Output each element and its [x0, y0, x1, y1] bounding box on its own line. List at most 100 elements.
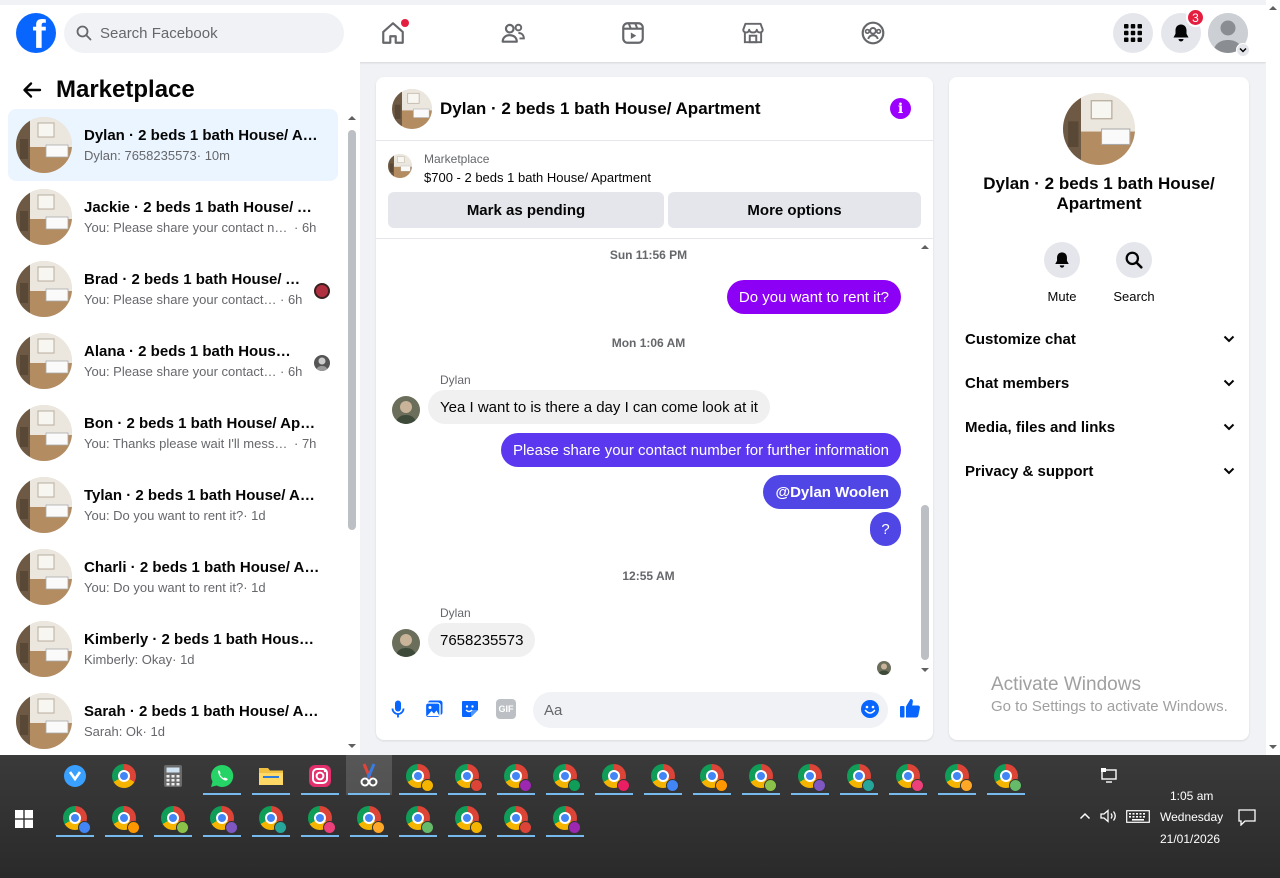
conversation-item[interactable]: Dylan · 2 beds 1 bath House/ Apartment D…	[8, 109, 338, 181]
message-input[interactable]	[533, 692, 888, 728]
conversation-item[interactable]: Alana · 2 beds 1 bath House/ Apartment Y…	[8, 325, 338, 397]
taskbar-chrome-window[interactable]	[397, 757, 439, 795]
taskbar-chrome-window[interactable]	[348, 799, 390, 837]
privacy-support-row[interactable]: Privacy & support	[965, 449, 1235, 493]
taskbar-chrome-window[interactable]	[201, 799, 243, 837]
outgoing-message[interactable]: ?	[870, 512, 901, 546]
nav-video[interactable]	[573, 17, 693, 49]
taskbar-chrome-window[interactable]	[544, 757, 586, 795]
outgoing-mention-message[interactable]: @Dylan Woolen	[763, 475, 901, 509]
back-arrow-icon[interactable]	[22, 80, 42, 100]
menu-button[interactable]	[1113, 13, 1153, 53]
taskbar-chrome-window[interactable]	[936, 757, 978, 795]
taskbar-snipping-tool[interactable]	[346, 755, 392, 795]
scroll-up-arrow-icon[interactable]	[1266, 4, 1280, 12]
taskbar-chrome-window[interactable]	[887, 757, 929, 795]
taskbar-chrome-window[interactable]	[642, 757, 684, 795]
microphone-icon[interactable]	[388, 699, 408, 719]
chat-scroll-thumb[interactable]	[921, 505, 929, 660]
taskbar-chrome-window[interactable]	[691, 757, 733, 795]
search-action[interactable]: Search	[1104, 242, 1164, 304]
taskbar-file-explorer[interactable]	[250, 757, 292, 795]
sidebar-scrollbar[interactable]	[347, 112, 357, 752]
media-files-links-row[interactable]: Media, files and links	[965, 405, 1235, 449]
conversation-item[interactable]: Brad · 2 beds 1 bath House/ Apartment Yo…	[8, 253, 338, 325]
taskbar-chrome-window[interactable]	[446, 757, 488, 795]
taskbar-chrome-window[interactable]	[740, 757, 782, 795]
taskbar-instagram[interactable]	[299, 757, 341, 795]
taskbar-chrome-window[interactable]	[103, 799, 145, 837]
outgoing-message[interactable]: Please share your contact number for fur…	[500, 433, 901, 467]
clock-time[interactable]: 1:05 am	[1170, 789, 1213, 803]
nav-home[interactable]	[333, 17, 453, 49]
listing-price[interactable]: $700 - 2 beds 1 bath House/ Apartment	[424, 170, 651, 185]
customize-chat-row[interactable]: Customize chat	[965, 317, 1235, 361]
taskbar-chrome-window[interactable]	[985, 757, 1027, 795]
taskbar-chrome-window[interactable]	[544, 799, 586, 837]
emoji-icon[interactable]	[860, 699, 880, 719]
taskbar-app-icon[interactable]	[103, 757, 145, 795]
notifications-button[interactable]: 3	[1161, 8, 1205, 53]
account-menu-caret[interactable]	[1236, 43, 1250, 57]
scroll-up-arrow-icon[interactable]	[919, 243, 931, 251]
network-display-icon[interactable]	[1101, 768, 1119, 784]
nav-groups[interactable]	[813, 17, 933, 49]
conversation-item[interactable]: Kimberly · 2 beds 1 bath House/ Apartmen…	[8, 613, 338, 685]
mute-action[interactable]: Mute	[1032, 242, 1092, 304]
volume-icon[interactable]	[1100, 809, 1118, 823]
taskbar-chrome-window[interactable]	[250, 799, 292, 837]
conversation-item[interactable]: Sarah · 2 beds 1 bath House/ Apartment S…	[8, 685, 338, 757]
more-options-button[interactable]: More options	[668, 192, 921, 228]
taskbar-chrome-window[interactable]	[593, 757, 635, 795]
nav-marketplace[interactable]	[693, 17, 813, 49]
listing-small-thumbnail[interactable]	[388, 154, 412, 178]
mark-as-pending-button[interactable]: Mark as pending	[388, 192, 664, 228]
thumbs-up-icon[interactable]	[899, 697, 921, 719]
scroll-down-arrow-icon[interactable]	[347, 742, 357, 750]
nav-friends[interactable]	[453, 17, 573, 49]
scroll-down-arrow-icon[interactable]	[919, 666, 931, 674]
conversation-item[interactable]: Bon · 2 beds 1 bath House/ Apartment You…	[8, 397, 338, 469]
info-icon[interactable]: i	[890, 98, 911, 119]
clock-date[interactable]: 21/01/2026	[1160, 832, 1220, 846]
incoming-message[interactable]: 7658235573	[428, 623, 536, 657]
photo-icon[interactable]	[424, 699, 444, 719]
sender-avatar[interactable]	[392, 629, 420, 657]
taskbar-chrome-window[interactable]	[54, 799, 96, 837]
taskbar-chrome-window[interactable]	[495, 757, 537, 795]
conversation-item[interactable]: Charli · 2 beds 1 bath House/ Apartment …	[8, 541, 338, 613]
taskbar-chrome-window[interactable]	[397, 799, 439, 837]
listing-large-thumbnail[interactable]	[1063, 93, 1135, 165]
outgoing-message[interactable]: Do you want to rent it?	[726, 280, 901, 314]
taskbar-chrome-window[interactable]	[446, 799, 488, 837]
taskbar-chrome-window[interactable]	[789, 757, 831, 795]
search-bar[interactable]	[64, 13, 344, 53]
clock-day[interactable]: Wednesday	[1160, 810, 1223, 824]
conversation-item[interactable]: Jackie · 2 beds 1 bath House/ Apartment …	[8, 181, 338, 253]
taskbar-app-icon[interactable]	[54, 757, 96, 795]
taskbar-calculator[interactable]	[152, 757, 194, 795]
sender-avatar[interactable]	[392, 396, 420, 424]
search-input[interactable]	[100, 24, 320, 42]
gif-icon[interactable]: GIF	[496, 699, 516, 719]
chat-listing-thumbnail[interactable]	[392, 88, 432, 129]
sticker-icon[interactable]	[460, 699, 480, 719]
sidebar-scroll-thumb[interactable]	[348, 130, 356, 530]
incoming-message[interactable]: Yea I want to is there a day I can come …	[428, 390, 770, 424]
chat-members-row[interactable]: Chat members	[965, 361, 1235, 405]
taskbar-chrome-window[interactable]	[299, 799, 341, 837]
taskbar-chrome-window[interactable]	[495, 799, 537, 837]
scroll-down-arrow-icon[interactable]	[1266, 743, 1280, 751]
action-center-icon[interactable]	[1238, 809, 1256, 826]
conversation-item[interactable]: Tylan · 2 beds 1 bath House/ Apartment Y…	[8, 469, 338, 541]
scroll-up-arrow-icon[interactable]	[347, 114, 357, 122]
chat-title[interactable]: Dylan · 2 beds 1 bath House/ Apartment	[440, 99, 761, 119]
windows-start-icon[interactable]	[14, 809, 34, 829]
chat-scrollbar[interactable]	[919, 240, 931, 677]
facebook-logo[interactable]: f	[16, 13, 56, 53]
taskbar-whatsapp[interactable]	[201, 757, 243, 795]
page-scrollbar[interactable]	[1266, 0, 1280, 755]
taskbar-chrome-window[interactable]	[838, 757, 880, 795]
taskbar-chrome-window[interactable]	[152, 799, 194, 837]
keyboard-icon[interactable]	[1126, 810, 1150, 823]
